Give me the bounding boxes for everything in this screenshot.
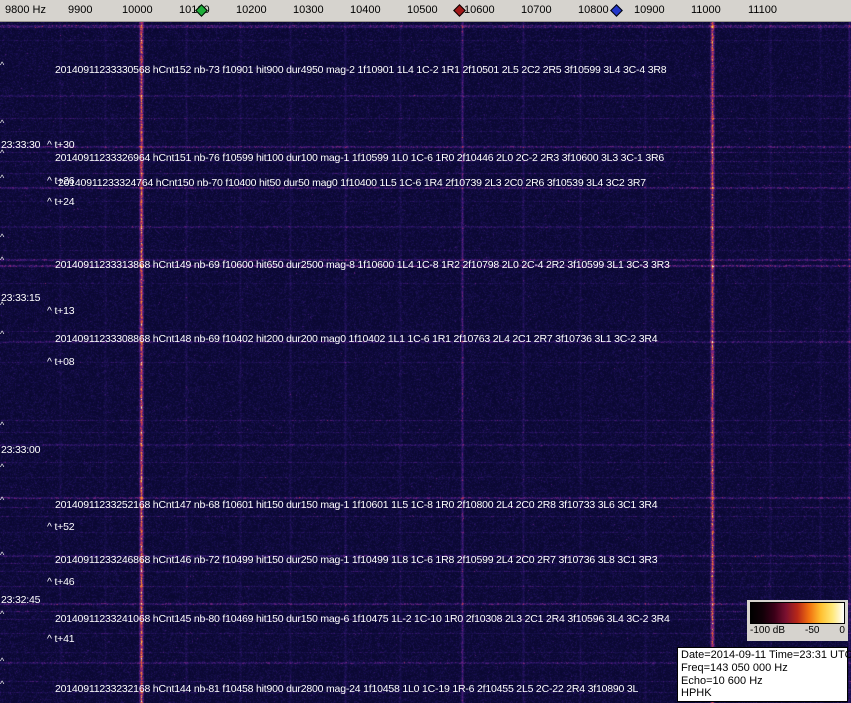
axis-frequency-label: 10600: [464, 4, 495, 16]
axis-frequency-label: 10400: [350, 4, 381, 16]
axis-frequency-label: 11100: [748, 4, 777, 16]
info-date-line: Date=2014-09-11 Time=23:31 UTC: [681, 649, 851, 661]
axis-frequency-label: 10500: [407, 4, 438, 16]
info-echo-line: Echo=10 600 Hz: [681, 674, 763, 687]
colorbar-gradient: [750, 602, 845, 624]
axis-frequency-label: 10800: [578, 4, 609, 16]
info-callsign: HPHK: [681, 687, 712, 700]
colorbar-label-max: 0: [839, 625, 845, 636]
spectrogram-app: 9800 Hz990010000101001020010300104001050…: [0, 0, 851, 703]
axis-frequency-label: 10200: [236, 4, 267, 16]
frequency-axis: 9800 Hz990010000101001020010300104001050…: [0, 0, 851, 22]
freq-marker-blue-diamond-icon[interactable]: [610, 4, 623, 17]
axis-frequency-label: 11000: [691, 4, 721, 16]
axis-frequency-label: 9900: [68, 4, 93, 16]
info-box: Date=2014-09-11 Time=23:31 UTC Freq=143 …: [677, 647, 851, 702]
axis-frequency-label: 10300: [293, 4, 324, 16]
axis-frequency-label: 10700: [521, 4, 552, 16]
axis-frequency-label: 10000: [122, 4, 153, 16]
spectrogram-canvas: [0, 22, 851, 703]
colorbar-labels: -100 dB -50 0: [750, 625, 845, 636]
colorbar: -100 dB -50 0: [747, 600, 848, 641]
colorbar-label-min: -100 dB: [750, 625, 786, 636]
colorbar-label-mid: -50: [805, 625, 820, 636]
axis-frequency-label: 9800 Hz: [5, 4, 46, 16]
axis-frequency-label: 10900: [634, 4, 665, 16]
info-freq-line: Freq=143 050 000 Hz: [681, 661, 788, 674]
